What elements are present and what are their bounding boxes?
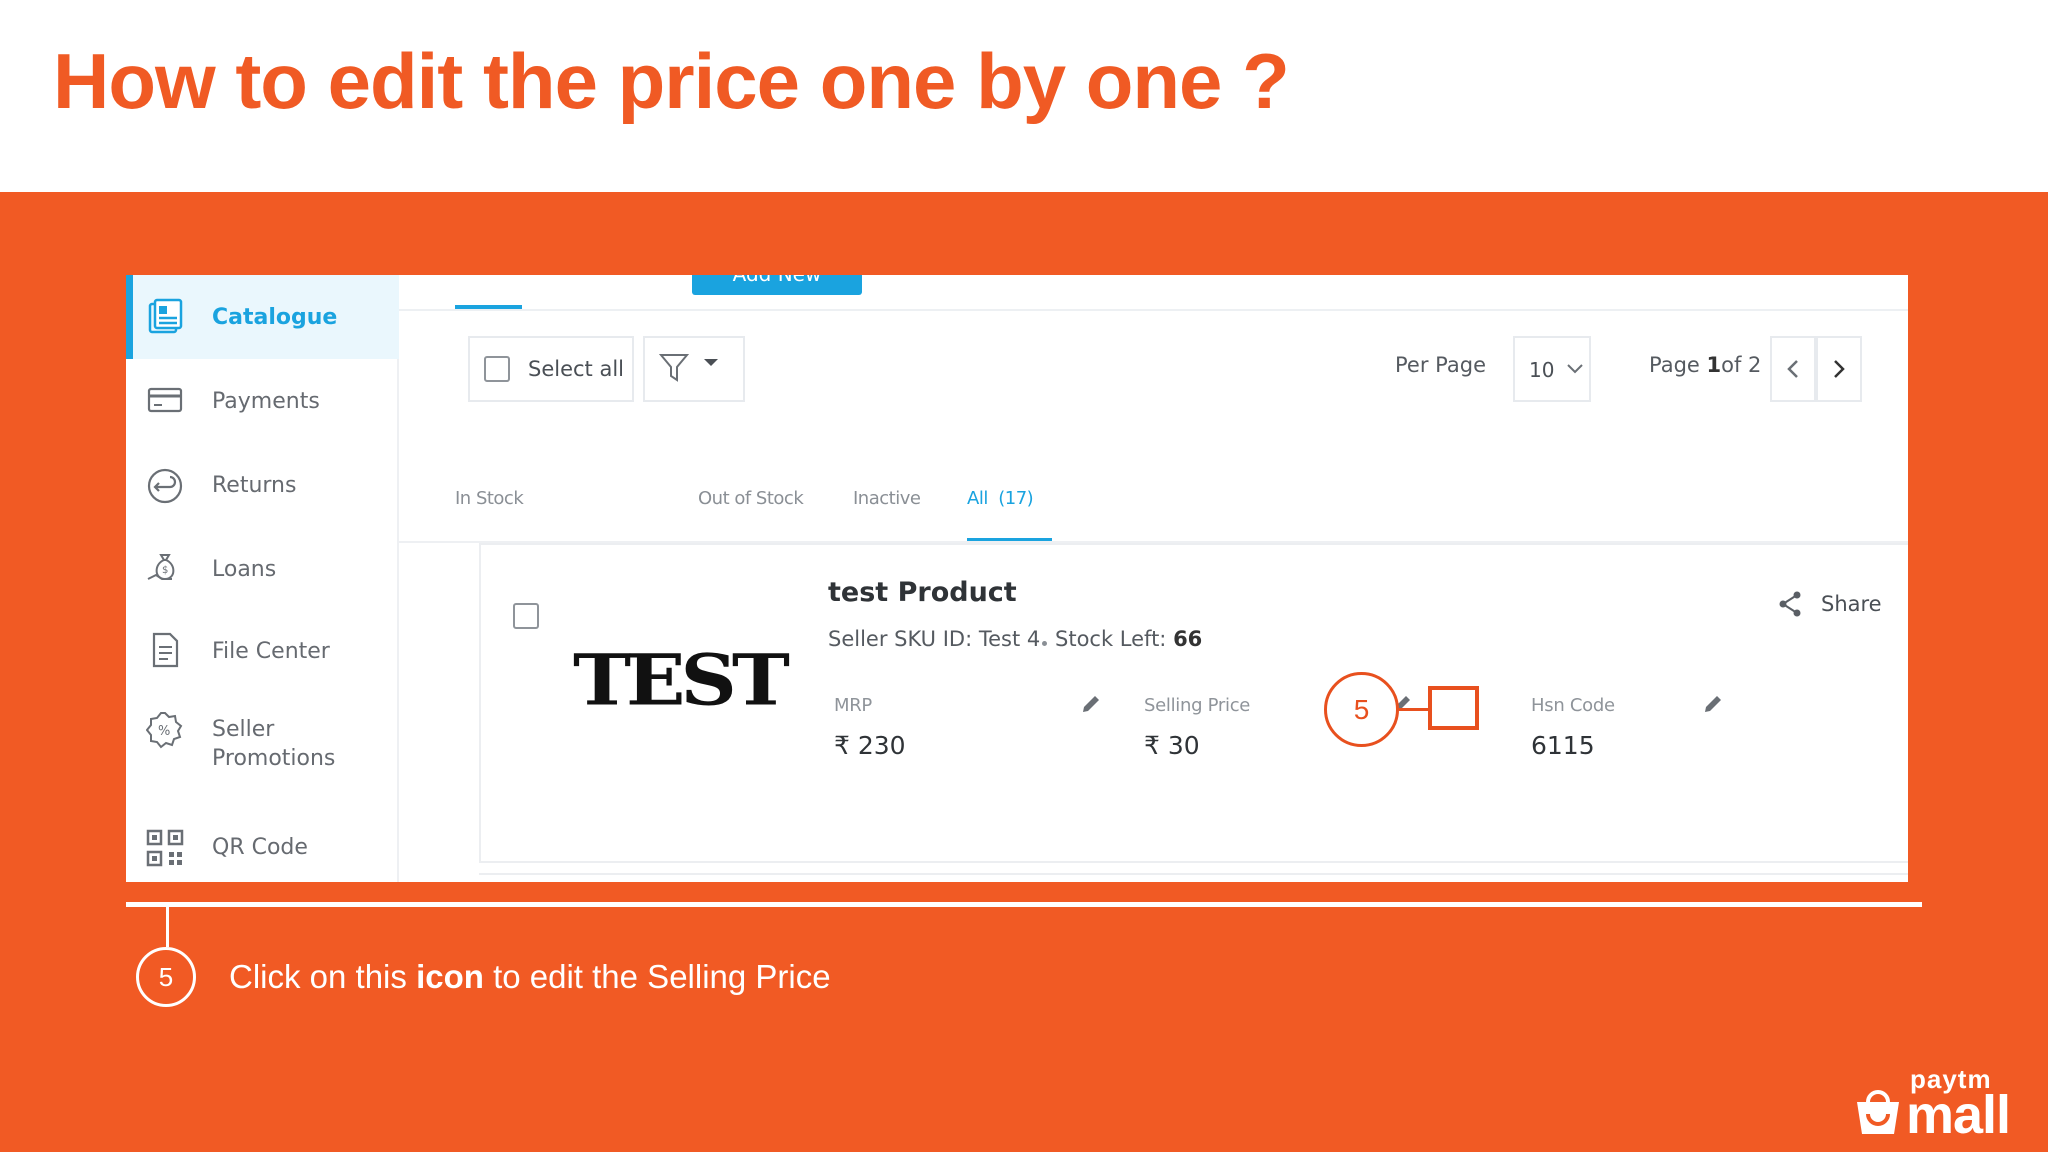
top-divider xyxy=(399,309,1908,311)
seller-sku: Seller SKU ID: Test 4 xyxy=(828,627,1041,651)
separator-dot xyxy=(1042,641,1047,646)
stock-value: 66 xyxy=(1173,627,1203,651)
shopping-bag-icon xyxy=(1857,1090,1899,1134)
catalogue-icon xyxy=(148,298,183,334)
returns-arrow-icon xyxy=(147,468,183,504)
instruction-text: Click on this icon to edit the Selling P… xyxy=(229,958,831,996)
hsn-code-label: Hsn Code xyxy=(1531,695,1615,716)
chevron-left-icon xyxy=(1787,360,1798,378)
qr-code-icon xyxy=(146,829,184,867)
callout-highlight-box xyxy=(1428,686,1479,730)
sidebar-item-payments[interactable]: Payments xyxy=(126,359,399,443)
mrp-label: MRP xyxy=(834,695,872,716)
select-all-label: Select all xyxy=(528,357,624,381)
instruction-bold: icon xyxy=(416,958,484,995)
per-page-value: 10 xyxy=(1529,358,1555,382)
stock-left: Stock Left: 66 xyxy=(1055,627,1202,651)
select-all-checkbox[interactable] xyxy=(484,356,510,382)
edit-mrp-pencil-icon[interactable] xyxy=(1080,693,1102,715)
share-button[interactable]: Share xyxy=(1777,590,1882,618)
chevron-down-icon xyxy=(1567,364,1583,374)
sidebar-item-file-center[interactable]: File Center xyxy=(126,609,399,693)
tab-all[interactable]: All (17) xyxy=(967,488,1034,509)
stock-label: Stock Left: xyxy=(1055,627,1174,651)
sidebar-item-loans[interactable]: $ Loans xyxy=(126,527,399,611)
selling-price-value: ₹ 30 xyxy=(1144,731,1200,760)
page-label: Page xyxy=(1649,353,1707,377)
per-page-select[interactable]: 10 xyxy=(1513,336,1591,402)
selling-price-label: Selling Price xyxy=(1144,695,1251,716)
chevron-right-icon xyxy=(1834,360,1845,378)
callout-connector xyxy=(1399,708,1429,711)
per-page-label: Per Page xyxy=(1395,353,1486,377)
tab-in-stock[interactable]: In Stock xyxy=(455,488,524,509)
loans-money-bag-icon: $ xyxy=(147,554,175,581)
paytm-mall-logo: paytm mall xyxy=(1850,1064,2030,1145)
step-number-circle: 5 xyxy=(136,947,196,1007)
sidebar-item-label: File Center xyxy=(212,639,330,664)
page-total: of 2 xyxy=(1721,353,1762,377)
filter-dropdown[interactable] xyxy=(643,336,745,402)
sidebar-item-qr-code[interactable]: QR Code xyxy=(126,805,399,882)
pagination-info: Page 1of 2 xyxy=(1649,353,1761,377)
callout-step-circle: 5 xyxy=(1324,672,1399,747)
sidebar-item-returns[interactable]: Returns xyxy=(126,443,399,527)
page-current: 1 xyxy=(1706,353,1722,377)
sidebar-item-catalogue[interactable]: Catalogue xyxy=(126,275,399,359)
main-content: Add New Product Select all Per Page 10 P… xyxy=(399,275,1908,882)
sidebar-item-seller-promotions[interactable]: % Seller Promotions xyxy=(126,693,399,803)
prev-page-button[interactable] xyxy=(1770,336,1816,402)
file-icon xyxy=(152,632,179,668)
sidebar-item-label: Loans xyxy=(212,557,277,582)
tab-inactive[interactable]: Inactive xyxy=(853,488,921,509)
edit-hsn-pencil-icon[interactable] xyxy=(1702,693,1724,715)
sidebar: Catalogue Payments Returns $ Loans File … xyxy=(126,275,399,882)
share-icon xyxy=(1779,591,1801,617)
product-name[interactable]: test Product xyxy=(828,577,1017,608)
select-all-control[interactable]: Select all xyxy=(468,336,634,402)
hsn-code-value: 6115 xyxy=(1531,731,1595,760)
svg-text:%: % xyxy=(158,724,170,739)
mrp-value: ₹ 230 xyxy=(834,731,906,760)
svg-text:$: $ xyxy=(162,565,168,576)
caret-down-icon xyxy=(704,359,718,366)
brand-bottom-text: mall xyxy=(1906,1085,2011,1145)
divider-tick xyxy=(166,907,169,947)
slide-title: How to edit the price one by one ? xyxy=(53,37,1290,125)
next-page-button[interactable] xyxy=(1816,336,1862,402)
sidebar-item-label: Returns xyxy=(212,473,297,498)
product-image: TEST xyxy=(573,639,790,722)
sidebar-item-label: Seller Promotions xyxy=(212,717,336,771)
instruction-part: Click on this xyxy=(229,958,417,995)
filter-funnel-icon xyxy=(659,354,689,382)
divider-rule xyxy=(126,902,1922,907)
product-checkbox[interactable] xyxy=(513,603,539,629)
next-card-edge xyxy=(479,873,1908,875)
share-label: Share xyxy=(1821,592,1882,616)
sidebar-item-label: Payments xyxy=(212,389,320,414)
sidebar-item-label: QR Code xyxy=(212,835,308,860)
add-new-product-button[interactable]: Add New Product xyxy=(692,275,862,295)
payments-card-icon xyxy=(147,387,183,413)
seller-panel-screenshot: Catalogue Payments Returns $ Loans File … xyxy=(126,275,1908,882)
instruction-part: to edit the Selling Price xyxy=(483,958,831,995)
tab-out-of-stock[interactable]: Out of Stock xyxy=(698,488,804,509)
promotion-badge-icon: % xyxy=(146,712,183,749)
sidebar-item-label: Catalogue xyxy=(212,305,338,330)
product-card: TEST test Product Seller SKU ID: Test 4 … xyxy=(479,543,1908,863)
